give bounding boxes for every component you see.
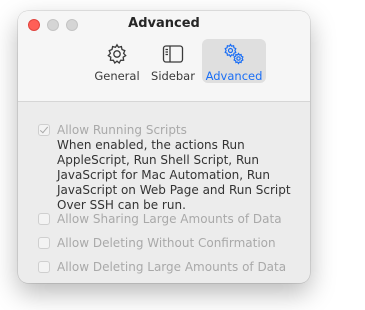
title-bar: Advanced General Sidebar Advanced (18, 11, 310, 102)
tab-general-label: General (94, 69, 140, 83)
sidebar-icon (162, 45, 184, 63)
allow-sharing-large-row[interactable]: Allow Sharing Large Amounts of Data (38, 212, 282, 226)
allow-sharing-large-label: Allow Sharing Large Amounts of Data (57, 212, 282, 226)
tab-sidebar[interactable]: Sidebar (148, 39, 198, 83)
allow-sharing-large-checkbox[interactable] (38, 213, 50, 225)
tab-general[interactable]: General (94, 39, 140, 83)
allow-deleting-large-row[interactable]: Allow Deleting Large Amounts of Data (38, 260, 286, 274)
allow-running-scripts-row[interactable]: Allow Running Scripts (38, 123, 187, 137)
advanced-settings-pane: Allow Running Scripts When enabled, the … (18, 102, 310, 283)
allow-running-scripts-description: When enabled, the actions Run AppleScrip… (57, 138, 291, 212)
window-title: Advanced (128, 16, 200, 31)
allow-deleting-without-confirmation-row[interactable]: Allow Deleting Without Confirmation (38, 236, 276, 250)
allow-running-scripts-checkbox[interactable] (38, 124, 50, 136)
tab-advanced-label: Advanced (205, 69, 263, 83)
allow-running-scripts-label: Allow Running Scripts (57, 123, 187, 137)
allow-deleting-large-label: Allow Deleting Large Amounts of Data (57, 260, 287, 274)
allow-deleting-without-confirmation-checkbox[interactable] (38, 237, 50, 249)
gear-icon (107, 43, 127, 65)
allow-deleting-without-confirmation-label: Allow Deleting Without Confirmation (57, 236, 276, 250)
allow-deleting-large-checkbox[interactable] (38, 261, 50, 273)
tab-advanced[interactable]: Advanced (202, 39, 266, 83)
preferences-window: Advanced General Sidebar Advanced Allow … (18, 11, 310, 283)
gears-icon (224, 43, 244, 65)
tab-sidebar-label: Sidebar (151, 69, 195, 83)
